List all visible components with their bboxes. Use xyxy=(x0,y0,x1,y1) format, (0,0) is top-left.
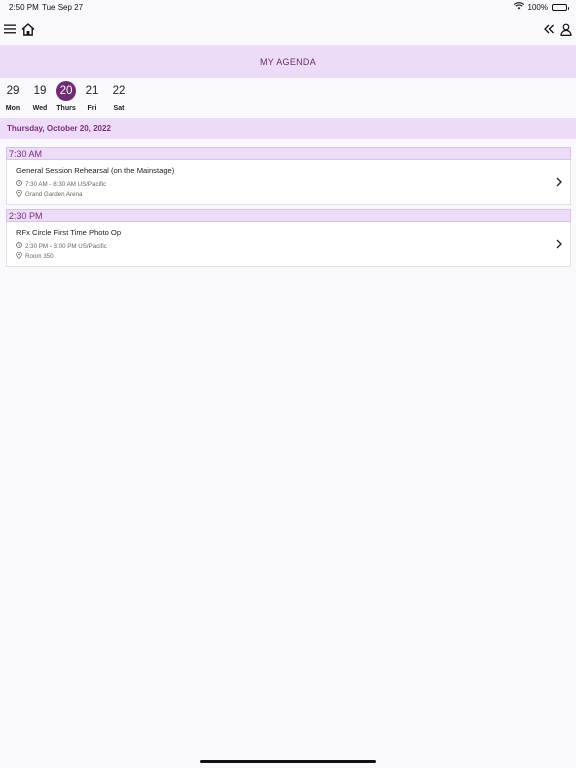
session-title: RFx Circle First Time Photo Op xyxy=(16,228,122,237)
status-date: Tue Sep 27 xyxy=(42,3,84,12)
day-number-selected: 20 xyxy=(56,81,76,101)
day-number: 22 xyxy=(112,85,126,97)
page-title-band: MY AGENDA xyxy=(0,45,576,78)
time-slot-header: 2:30 PM xyxy=(6,209,571,222)
status-bar: 2:50 PM Tue Sep 27 100% xyxy=(0,0,576,14)
day-number: 29 xyxy=(6,85,20,97)
home-indicator[interactable] xyxy=(200,760,376,763)
day-number: 21 xyxy=(85,85,99,97)
session-location-row: Grand Garden Arena xyxy=(16,189,570,199)
day-label: Thurs xyxy=(56,105,76,112)
session-location: Room 350 xyxy=(25,253,54,260)
clock-icon xyxy=(16,180,22,188)
day-label: Sat xyxy=(113,105,125,112)
user-profile-icon[interactable] xyxy=(557,20,575,38)
clock-icon xyxy=(16,242,22,250)
day-item-fri[interactable]: 21 Fri xyxy=(79,80,105,112)
session-time-row: 2:30 PM - 3:00 PM US/Pacific xyxy=(16,242,570,250)
home-icon[interactable] xyxy=(19,20,37,38)
day-number: 19 xyxy=(33,85,47,97)
session-time-row: 7:30 AM - 8:30 AM US/Pacific xyxy=(16,180,570,188)
day-label: Mon xyxy=(5,105,21,112)
location-pin-icon xyxy=(16,189,22,199)
day-label: Wed xyxy=(32,105,48,112)
day-item-sat[interactable]: 22 Sat xyxy=(106,80,132,112)
day-selector: 29 Mon 19 Wed 20 Thurs 21 Fri 22 Sat xyxy=(0,80,576,116)
page-title: MY AGENDA xyxy=(259,56,317,67)
date-heading: Thursday, October 20, 2022 xyxy=(0,118,576,139)
location-pin-icon xyxy=(16,251,22,261)
agenda-session: 7:30 AM General Session Rehearsal (on th… xyxy=(6,147,571,205)
day-item-thurs[interactable]: 20 Thurs xyxy=(53,80,79,112)
day-label: Fri xyxy=(87,105,97,112)
hamburger-menu-icon[interactable] xyxy=(1,20,19,38)
chevron-right-icon xyxy=(554,237,564,249)
day-item-mon[interactable]: 29 Mon xyxy=(0,80,26,112)
status-time: 2:50 PM xyxy=(9,3,39,12)
session-card[interactable]: General Session Rehearsal (on the Mainst… xyxy=(6,160,571,205)
status-right: 100% xyxy=(513,2,569,12)
battery-icon xyxy=(552,3,569,11)
nav-bar xyxy=(0,20,576,40)
session-location: Grand Garden Arena xyxy=(25,191,83,198)
session-location-row: Room 350 xyxy=(16,251,570,261)
battery-percent: 100% xyxy=(527,2,548,12)
collapse-double-chevron-icon[interactable] xyxy=(540,20,558,38)
chevron-right-icon xyxy=(554,175,564,187)
session-time: 2:30 PM - 3:00 PM US/Pacific xyxy=(25,242,107,250)
day-item-wed[interactable]: 19 Wed xyxy=(27,80,53,112)
session-card[interactable]: RFx Circle First Time Photo Op 2:30 PM -… xyxy=(6,222,571,267)
session-time: 7:30 AM - 8:30 AM US/Pacific xyxy=(25,180,107,188)
time-slot-header: 7:30 AM xyxy=(6,147,571,160)
agenda-session: 2:30 PM RFx Circle First Time Photo Op 2… xyxy=(6,209,571,267)
wifi-icon xyxy=(513,2,524,12)
session-title: General Session Rehearsal (on the Mainst… xyxy=(16,166,175,175)
